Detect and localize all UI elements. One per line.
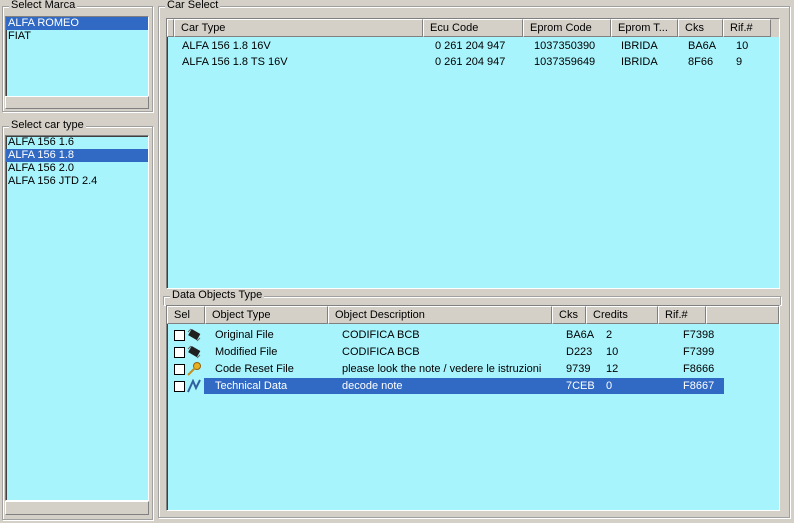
object-type: Code Reset File [215, 363, 294, 375]
object-cks: 7CEB [566, 380, 595, 392]
car-type-scrollbar[interactable] [5, 501, 149, 515]
car-type-item[interactable]: ALFA 156 1.6 [6, 136, 148, 149]
marca-item[interactable]: FIAT [6, 30, 148, 43]
car-type-list[interactable]: ALFA 156 1.6 ALFA 156 1.8 ALFA 156 2.0 A… [5, 135, 149, 501]
key-icon [186, 362, 202, 376]
object-row[interactable]: Technical Data decode note 7CEB 0 F8667 [167, 378, 779, 394]
data-objects-label: Data Objects Type [170, 289, 265, 301]
car-cell: ALFA 156 1.8 TS 16V [182, 56, 288, 68]
data-objects-group: Data Objects Type [163, 289, 781, 305]
marca-item[interactable]: ALFA ROMEO [6, 17, 148, 30]
car-row[interactable]: ALFA 156 1.8 TS 16V 0 261 204 947 10373596… [167, 54, 779, 70]
car-cell: 1037359649 [534, 56, 596, 68]
object-row[interactable]: Code Reset File please look the note / ve… [167, 361, 779, 377]
object-credits: 2 [606, 329, 613, 341]
data-objects-header: Sel Object Type Object Description Cks C… [167, 306, 779, 324]
object-cks: 9739 [566, 363, 591, 375]
object-credits: 0 [606, 380, 613, 392]
car-cell: 8F66 [688, 56, 714, 68]
car-cell: IBRIDA [621, 40, 658, 52]
car-cell: 0 261 204 947 [435, 56, 506, 68]
object-row[interactable]: Original File CODIFICA BCB BA6A 2 F7398 [167, 327, 779, 343]
car-type-item[interactable]: ALFA 156 2.0 [6, 162, 148, 175]
object-rif: F7399 [683, 346, 715, 358]
marca-scrollbar[interactable] [5, 96, 149, 109]
car-row[interactable]: ALFA 156 1.8 16V 0 261 204 947 1037350390 I… [167, 38, 779, 54]
col-cks[interactable]: Cks [678, 19, 723, 37]
object-desc: please look the note / vedere le istruzi… [342, 363, 542, 375]
header-spacer [167, 19, 174, 37]
wrench-icon [186, 378, 202, 393]
object-desc: CODIFICA BCB [342, 346, 420, 358]
header-filler [706, 306, 779, 324]
col-credits[interactable]: Credits [586, 306, 658, 324]
col-cks[interactable]: Cks [552, 306, 586, 324]
car-cell: 9 [736, 56, 743, 68]
col-rif[interactable]: Rif.# [658, 306, 706, 324]
object-row[interactable]: Modified File CODIFICA BCB D223 10 F7399 [167, 344, 779, 360]
car-cell: 0 261 204 947 [435, 40, 506, 52]
chip-icon [186, 345, 202, 359]
car-select-label: Car Select [165, 0, 221, 11]
data-objects-table[interactable]: Sel Object Type Object Description Cks C… [166, 305, 780, 511]
col-object-description[interactable]: Object Description [328, 306, 552, 324]
object-type: Modified File [215, 346, 278, 358]
car-cell: BA6A [688, 40, 717, 52]
object-rif: F7398 [683, 329, 715, 341]
car-type-item[interactable]: ALFA 156 JTD 2.4 [6, 175, 148, 188]
object-rif: F8666 [683, 363, 715, 375]
col-sel[interactable]: Sel [167, 306, 205, 324]
object-cks: BA6A [566, 329, 595, 341]
col-eprom-code[interactable]: Eprom Code [523, 19, 611, 37]
car-select-header: Car Type Ecu Code Eprom Code Eprom T... … [167, 19, 779, 37]
chip-icon [186, 328, 202, 342]
select-checkbox[interactable] [174, 364, 185, 375]
col-rif[interactable]: Rif.# [723, 19, 771, 37]
car-cell: 1037350390 [534, 40, 596, 52]
object-rif: F8667 [683, 380, 715, 392]
object-desc: decode note [342, 380, 403, 392]
object-credits: 10 [606, 346, 619, 358]
select-checkbox[interactable] [174, 347, 185, 358]
object-type: Technical Data [215, 380, 288, 392]
select-marca-label: Select Marca [9, 0, 78, 11]
select-checkbox[interactable] [174, 381, 185, 392]
col-ecu-code[interactable]: Ecu Code [423, 19, 523, 37]
object-cks: D223 [566, 346, 593, 358]
car-cell: 10 [736, 40, 749, 52]
col-car-type[interactable]: Car Type [174, 19, 423, 37]
car-cell: ALFA 156 1.8 16V [182, 40, 271, 52]
select-checkbox[interactable] [174, 330, 185, 341]
car-cell: IBRIDA [621, 56, 658, 68]
car-type-item[interactable]: ALFA 156 1.8 [6, 149, 148, 162]
select-car-type-label: Select car type [9, 119, 86, 131]
object-credits: 12 [606, 363, 619, 375]
col-object-type[interactable]: Object Type [205, 306, 328, 324]
object-type: Original File [215, 329, 274, 341]
col-eprom-type[interactable]: Eprom T... [611, 19, 678, 37]
marca-list[interactable]: ALFA ROMEO FIAT [5, 16, 149, 97]
car-select-table[interactable]: Car Type Ecu Code Eprom Code Eprom T... … [166, 18, 780, 289]
object-desc: CODIFICA BCB [342, 329, 420, 341]
